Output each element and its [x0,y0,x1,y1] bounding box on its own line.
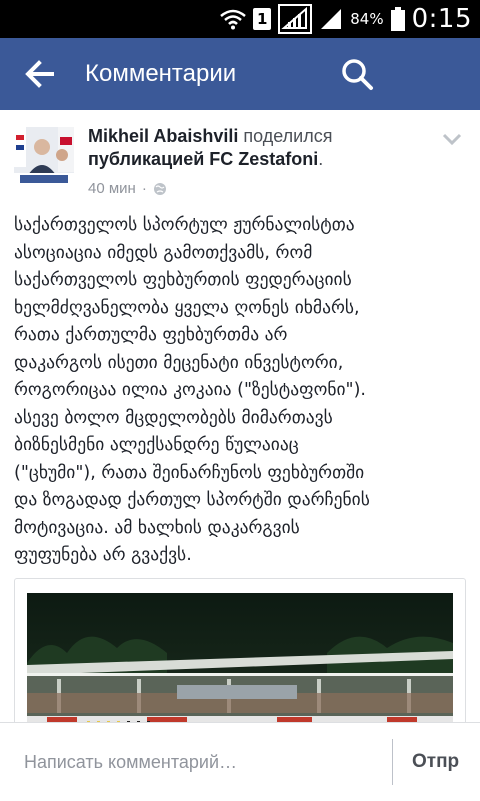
page-title: Комментарии [85,60,237,87]
shared-media[interactable] [14,578,466,722]
composer-divider [392,739,393,785]
post-time[interactable]: 40 мин [88,180,136,197]
battery-icon [390,7,405,31]
meta-separator: · [141,180,147,197]
comment-composer: Написать комментарий… Отпр [0,722,480,801]
shared-object-link[interactable]: публикацией FC Zestafoni [88,149,318,169]
stadium-photo[interactable] [27,593,453,722]
status-bar: 1 84% 0:15 [0,0,480,38]
post-meta: 40 мин · [88,180,167,197]
signal-icon [321,9,342,29]
comment-input[interactable]: Написать комментарий… [24,723,237,801]
search-icon[interactable] [339,56,375,92]
wifi-icon [220,9,247,30]
app-bar: Комментарии [0,38,480,110]
post-header: Mikheil Abaishvili поделился публикацией… [88,125,438,171]
object-suffix: . [318,149,324,169]
post: Mikheil Abaishvili поделился публикацией… [0,110,480,722]
globe-icon [153,182,166,195]
author-name[interactable]: Mikheil Abaishvili [88,126,238,146]
battery-percent: 84% [350,10,384,28]
signal-icon [278,4,313,34]
chevron-down-icon[interactable] [442,132,462,146]
post-text: საქართველოს სპორტულ ჟურნალისტთა ასოციაცი… [14,215,370,565]
arrow-left-icon[interactable] [22,56,58,92]
send-button[interactable]: Отпр [412,723,459,801]
clock: 0:15 [411,4,472,34]
avatar[interactable] [14,127,74,187]
post-action: поделился [243,126,333,146]
sim-icon: 1 [253,8,272,30]
